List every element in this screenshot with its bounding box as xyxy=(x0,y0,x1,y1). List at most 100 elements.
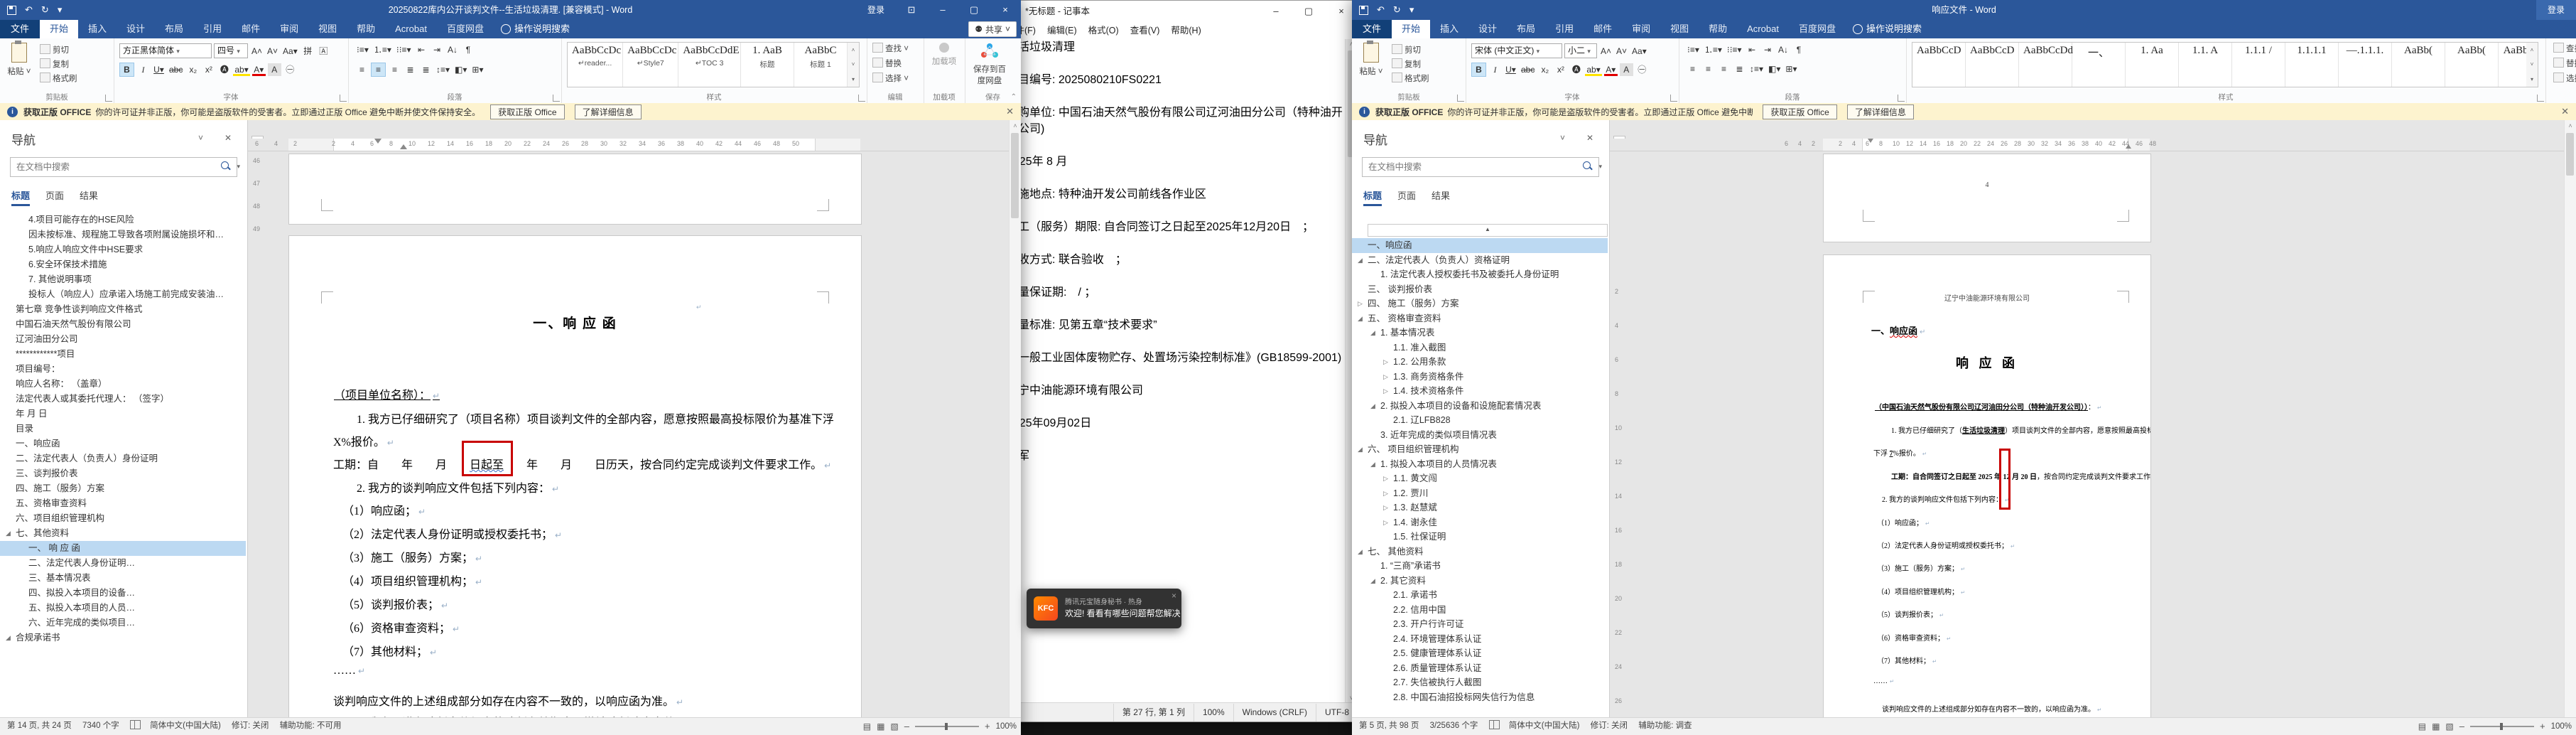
style-item[interactable]: 1.1. A xyxy=(2179,43,2232,87)
ribbon-tab[interactable]: 邮件 xyxy=(1584,20,1622,38)
first-line-indent-marker[interactable] xyxy=(400,144,407,149)
ribbon-tab[interactable]: 插入 xyxy=(78,20,117,38)
phonetic-guide-button[interactable]: 拼 xyxy=(301,45,315,58)
save-to-baidu-button[interactable]: 保存到百度网盘 xyxy=(973,41,1006,86)
font-name-box[interactable]: 宋体 (中文正文) ▾ xyxy=(1471,43,1562,58)
nav-item[interactable]: 中国石油天然气股份有限公司 xyxy=(0,317,246,332)
nav-item[interactable]: 一、 响 应 函 xyxy=(0,541,246,556)
nav-item[interactable]: ◢ 五、 资格审查资料 xyxy=(1352,311,1608,326)
align-right-button[interactable]: ≡ xyxy=(388,63,401,76)
nav-item[interactable]: 年 月 日 xyxy=(0,407,246,422)
nav-item[interactable]: ▷ 1.4. 技术资格条件 xyxy=(1352,384,1608,399)
search-dropdown-icon[interactable]: ▾ xyxy=(1598,163,1602,171)
style-item[interactable]: AaBbC 标题 1 xyxy=(794,43,848,87)
get-genuine-office-button[interactable]: 获取正版 Office xyxy=(490,104,565,119)
nav-tab[interactable]: 结果 xyxy=(80,188,98,206)
nav-item[interactable]: 2.7. 失信被执行人截图 xyxy=(1352,675,1608,690)
replace-button[interactable]: 替换 xyxy=(872,58,909,69)
messagebar-close-icon[interactable]: ✕ xyxy=(1006,106,1014,117)
ribbon-tab[interactable]: 布局 xyxy=(1507,20,1545,38)
character-border-button[interactable]: 🄰 xyxy=(317,45,330,58)
read-mode-icon[interactable]: ▤ xyxy=(863,721,871,731)
select-button[interactable]: 选择 ˅ xyxy=(872,73,909,84)
nav-item[interactable]: 2.5. 健康管理体系认证 xyxy=(1352,646,1608,661)
document-page-previous[interactable] xyxy=(288,154,862,225)
justify-button[interactable]: ≣ xyxy=(404,63,417,76)
distribute-button[interactable]: ≣ xyxy=(419,63,433,76)
zoom-in-icon[interactable]: + xyxy=(2540,721,2545,731)
page-indicator[interactable]: 第 14 页, 共 24 页 xyxy=(7,718,72,734)
sign-in-button[interactable]: 登录 xyxy=(2536,0,2576,20)
nav-item[interactable]: 5.响应人响应文件中HSE要求 xyxy=(0,242,246,257)
zoom-in-icon[interactable]: + xyxy=(985,721,990,731)
style-item[interactable]: 1.1.1 / xyxy=(2232,43,2285,87)
grow-font-button[interactable]: A˄ xyxy=(250,45,264,58)
jump-to-top-button[interactable]: ▲ xyxy=(1368,224,1608,237)
ribbon-display-options-icon[interactable]: ⊡ xyxy=(896,0,927,20)
nav-item[interactable]: ◢ 1. 基本情况表 xyxy=(1352,326,1608,340)
nav-item[interactable]: 因未按标准、规程施工导致各项附属设施损坏和… xyxy=(0,227,246,242)
ribbon-tab[interactable]: 邮件 xyxy=(232,20,270,38)
document-scrollbar[interactable]: ˄ xyxy=(2564,120,2576,718)
collapse-triangle-icon[interactable]: ◢ xyxy=(6,526,11,541)
tell-me-search[interactable]: 操作说明搜索 xyxy=(1846,20,1929,38)
expand-triangle-icon[interactable]: ▷ xyxy=(1383,370,1388,385)
notepad-menu-item[interactable]: 格式(O) xyxy=(1083,22,1125,39)
learn-more-button[interactable]: 了解详细信息 xyxy=(574,104,642,119)
style-item[interactable]: 1. Aa xyxy=(2126,43,2179,87)
grow-font-button[interactable]: A˄ xyxy=(1599,45,1613,58)
format-painter-button[interactable]: 格式刷 xyxy=(40,73,77,84)
nav-item[interactable]: ▷ 1.1. 黄文闯 xyxy=(1352,471,1608,486)
accessibility-indicator[interactable]: 辅助功能: 不可用 xyxy=(280,718,342,734)
addins-button[interactable]: 加载项 xyxy=(928,41,960,67)
navpane-close-icon[interactable]: ✕ xyxy=(1586,133,1593,143)
minimize-button[interactable]: – xyxy=(927,0,958,20)
nav-item[interactable]: 1.1. 准入截图 xyxy=(1352,340,1608,355)
nav-item[interactable]: 响应人名称： （盖章） xyxy=(0,377,246,392)
shading-button[interactable]: ◧▾ xyxy=(453,63,468,76)
nav-item[interactable]: 六、近年完成的类似项目… xyxy=(0,616,246,631)
collapse-triangle-icon[interactable]: ◢ xyxy=(1370,574,1375,589)
paste-button[interactable]: 粘贴 ˅ xyxy=(3,41,36,77)
line-spacing-button[interactable]: ↕≡▾ xyxy=(1748,63,1765,75)
text-effects-button[interactable]: 🅐 xyxy=(1569,63,1583,76)
nav-item[interactable]: 目录 xyxy=(0,422,246,436)
find-button[interactable]: 查找 xyxy=(2553,43,2576,54)
document-scrollbar[interactable]: ˄ xyxy=(1009,120,1021,718)
numbering-button[interactable]: ⒈≡▾ xyxy=(372,43,393,56)
notepad-titlebar[interactable]: *无标题 - 记事本 – ▢ × xyxy=(1001,1,1358,23)
multilevel-list-button[interactable]: ⁝⁝≡▾ xyxy=(1726,43,1743,56)
change-case-button[interactable]: Aa▾ xyxy=(281,45,299,58)
collapse-triangle-icon[interactable]: ◢ xyxy=(1358,253,1363,268)
nav-item[interactable]: 一、响应函 xyxy=(1352,238,1608,253)
shrink-font-button[interactable]: A˅ xyxy=(1615,45,1628,58)
nav-tab[interactable]: 结果 xyxy=(1432,188,1450,206)
vertical-ruler[interactable]: 46 47 48 49 xyxy=(251,153,263,718)
word-count[interactable]: 3/25636 个字 xyxy=(1430,718,1478,734)
navigation-search-input[interactable]: 在文档中搜索 xyxy=(1362,157,1599,177)
nav-tab[interactable]: 标题 xyxy=(11,188,31,206)
highlight-color-button[interactable]: ab▾ xyxy=(1585,63,1601,76)
tell-me-search[interactable]: 操作说明搜索 xyxy=(494,20,577,38)
close-button[interactable]: × xyxy=(990,0,1021,20)
font-dialog-launcher[interactable] xyxy=(340,95,347,102)
nav-item[interactable]: 7. 其他说明事项 xyxy=(0,272,246,287)
bold-button[interactable]: B xyxy=(119,63,134,77)
notepad-maximize-button[interactable]: ▢ xyxy=(1292,1,1325,22)
nav-item[interactable]: 2.1. 承诺书 xyxy=(1352,588,1608,603)
superscript-button[interactable]: x² xyxy=(1554,63,1567,76)
align-right-button[interactable]: ≡ xyxy=(1717,63,1731,75)
style-item[interactable]: 1. AaB 标题 xyxy=(741,43,794,87)
ribbon-tab[interactable]: 开始 xyxy=(1392,20,1431,38)
ribbon-tab[interactable]: 审阅 xyxy=(1622,20,1660,38)
increase-indent-button[interactable]: ⇥ xyxy=(1761,43,1775,56)
style-item[interactable]: 1.1.1.1 xyxy=(2285,43,2339,87)
nav-item[interactable]: 六、项目组织管理机构 xyxy=(0,511,246,526)
notepad-menu-item[interactable]: 查看(V) xyxy=(1125,22,1166,39)
ribbon-tab[interactable]: Acrobat xyxy=(1737,20,1789,38)
nav-item[interactable]: 投标人（响应人）应承诺入场施工前完成安装油… xyxy=(0,287,246,302)
document-page[interactable]: 辽宁中油能源环境有限公司 响 应 函 一、响应函 （中国石油天然气股份有限公司辽河… xyxy=(1823,254,2151,718)
enclose-characters-button[interactable]: ㊀ xyxy=(283,63,297,76)
font-dialog-launcher[interactable] xyxy=(1670,95,1677,102)
titlebar[interactable]: ↶ ↻ ▾ 20250822库内公开谈判文件--生活垃圾清理. [兼容模式] -… xyxy=(0,0,1021,20)
